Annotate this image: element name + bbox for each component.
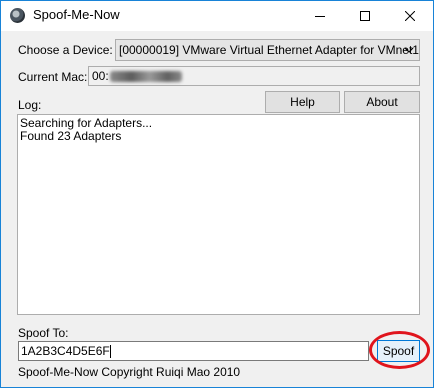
copyright-text: Spoof-Me-Now Copyright Ruiqi Mao 2010 <box>18 365 241 379</box>
about-button[interactable]: About <box>344 91 420 113</box>
mac-redaction <box>109 71 182 83</box>
device-select-value: [00000019] VMware Virtual Ethernet Adapt… <box>119 43 419 57</box>
chevron-down-icon <box>404 47 414 53</box>
spoof-button[interactable]: Spoof <box>377 340 420 362</box>
device-label: Choose a Device: <box>18 43 113 57</box>
log-label: Log: <box>18 98 42 112</box>
close-icon <box>404 11 415 21</box>
current-mac-value: 00: <box>92 69 109 83</box>
spoof-to-value: 1A2B3C4D5E6F <box>21 344 110 358</box>
help-button[interactable]: Help <box>265 91 340 113</box>
maximize-button[interactable] <box>342 1 387 31</box>
minimize-button[interactable] <box>297 1 342 31</box>
app-icon <box>10 8 25 23</box>
text-caret <box>109 345 111 359</box>
minimize-icon <box>314 16 325 17</box>
title-bar[interactable]: Spoof-Me-Now <box>1 1 433 31</box>
device-select[interactable]: [00000019] VMware Virtual Ethernet Adapt… <box>115 39 420 61</box>
current-mac-label: Current Mac: <box>18 70 88 84</box>
log-line: Found 23 Adapters <box>20 129 122 143</box>
log-textarea[interactable]: Searching for Adapters... Found 23 Adapt… <box>17 114 420 315</box>
close-button[interactable] <box>387 1 432 31</box>
maximize-icon <box>359 11 370 21</box>
window-title: Spoof-Me-Now <box>33 7 120 22</box>
current-mac-field: 00: <box>88 66 420 86</box>
spoof-to-label: Spoof To: <box>18 326 69 340</box>
spoof-to-input[interactable]: 1A2B3C4D5E6F <box>18 341 369 361</box>
app-window: Spoof-Me-Now Choose a Device: [00000019]… <box>0 0 434 388</box>
